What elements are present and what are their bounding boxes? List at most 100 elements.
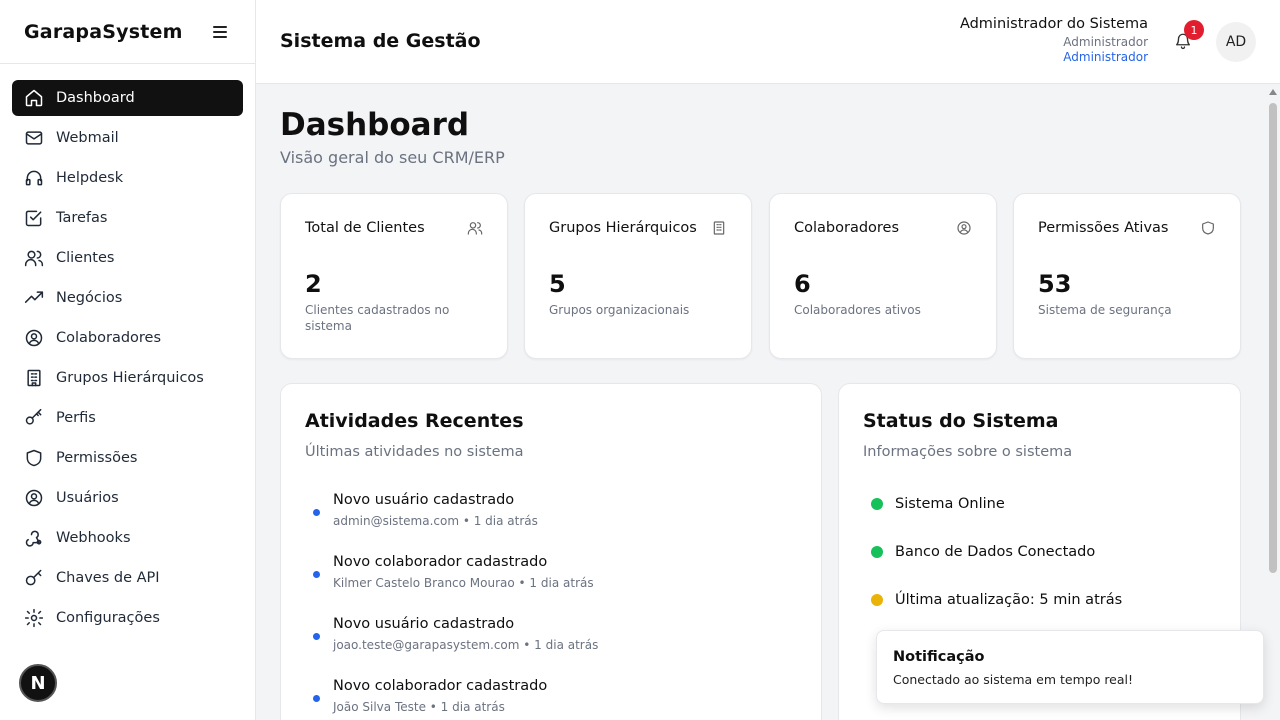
status-item: Banco de Dados Conectado (871, 542, 1095, 562)
activity-title: Novo colaborador cadastrado (333, 554, 548, 570)
sidebar-item-usuarios[interactable]: Usuários (12, 480, 243, 516)
sidebar-item-label: Usuários (56, 490, 119, 506)
sidebar-item-label: Configurações (56, 610, 160, 626)
sidebar-item-dashboard[interactable]: Dashboard (12, 80, 243, 116)
sidebar-item-label: Tarefas (56, 210, 108, 226)
stat-card-grupos: Grupos Hierárquicos 5 Grupos organizacio… (524, 193, 752, 359)
mail-icon (24, 128, 44, 148)
dev-tools-badge[interactable]: N (19, 664, 57, 702)
sidebar-item-webmail[interactable]: Webmail (12, 120, 243, 156)
status-text: Última atualização: 5 min atrás (895, 592, 1123, 608)
sidebar-item-label: Chaves de API (56, 570, 160, 586)
sidebar-item-colaboradores[interactable]: Colaboradores (12, 320, 243, 356)
key-icon (24, 408, 44, 428)
sidebar-item-label: Clientes (56, 250, 115, 266)
stat-card-permissoes: Permissões Ativas 53 Sistema de seguranç… (1013, 193, 1241, 359)
stat-value: 2 (305, 270, 322, 298)
notification-badge: 1 (1184, 20, 1204, 40)
scroll-up-icon[interactable] (1269, 89, 1277, 95)
status-indicator (871, 594, 883, 606)
activity-meta: admin@sistema.com • 1 dia atrás (333, 514, 538, 528)
panel-subtitle: Informações sobre o sistema (863, 444, 1073, 460)
activity-meta: João Silva Teste • 1 dia atrás (333, 700, 505, 714)
sidebar-item-label: Colaboradores (56, 330, 162, 346)
stat-card-clientes: Total de Clientes 2 Clientes cadastrados… (280, 193, 508, 359)
sidebar-item-perfis[interactable]: Perfis (12, 400, 243, 436)
gear-icon (24, 608, 44, 628)
shield-icon (1200, 220, 1216, 236)
sidebar-item-grupos[interactable]: Grupos Hierárquicos (12, 360, 243, 396)
stat-description: Grupos organizacionais (549, 303, 690, 317)
sidebar-item-label: Webhooks (56, 530, 131, 546)
stat-card-colaboradores: Colaboradores 6 Colaboradores ativos (769, 193, 997, 359)
sidebar-item-label: Webmail (56, 130, 119, 146)
stat-description: Sistema de segurança (1038, 303, 1172, 317)
page-title: Dashboard (280, 107, 470, 143)
activity-dot (313, 509, 320, 516)
users-icon (24, 248, 44, 268)
activity-dot (313, 571, 320, 578)
sidebar-item-clientes[interactable]: Clientes (12, 240, 243, 276)
menu-toggle-icon[interactable] (213, 25, 227, 38)
building-icon (24, 368, 44, 388)
sidebar-item-label: Grupos Hierárquicos (56, 370, 204, 386)
user-circle-icon (956, 220, 972, 236)
users-icon (467, 220, 483, 236)
main-scrollbar[interactable] (1266, 85, 1280, 720)
recent-activities-panel: Atividades Recentes Últimas atividades n… (280, 383, 822, 720)
toast-title: Notificação (893, 649, 985, 665)
shield-icon (24, 448, 44, 468)
sidebar-item-configuracoes[interactable]: Configurações (12, 600, 243, 636)
avatar[interactable]: AD (1216, 22, 1256, 62)
status-text: Sistema Online (895, 496, 1005, 512)
key-icon (24, 568, 44, 588)
webhook-icon (24, 528, 44, 548)
stat-value: 53 (1038, 270, 1072, 298)
sidebar-item-tarefas[interactable]: Tarefas (12, 200, 243, 236)
checkbox-icon (24, 208, 44, 228)
sidebar-item-webhooks[interactable]: Webhooks (12, 520, 243, 556)
sidebar-item-negocios[interactable]: Negócios (12, 280, 243, 316)
page-subtitle: Visão geral do seu CRM/ERP (280, 148, 505, 167)
sidebar-item-helpdesk[interactable]: Helpdesk (12, 160, 243, 196)
sidebar-item-chaves-api[interactable]: Chaves de API (12, 560, 243, 596)
sidebar-nav: Dashboard Webmail Helpdesk Tarefas Clien… (0, 64, 255, 636)
scroll-thumb[interactable] (1269, 103, 1277, 573)
stat-label: Permissões Ativas (1038, 220, 1169, 236)
headphones-icon (24, 168, 44, 188)
user-name: Administrador do Sistema (959, 16, 1148, 32)
sidebar-item-label: Dashboard (56, 90, 135, 106)
user-info: Administrador do Sistema Administrador A… (960, 16, 1148, 64)
building-icon (711, 220, 727, 236)
status-item: Sistema Online (871, 494, 1005, 514)
activity-dot (313, 633, 320, 640)
user-circle-icon (24, 488, 44, 508)
activity-meta: joao.teste@garapasystem.com • 1 dia atrá… (333, 638, 599, 652)
status-indicator (871, 546, 883, 558)
sidebar-item-label: Helpdesk (56, 170, 124, 186)
activity-title: Novo usuário cadastrado (333, 616, 515, 632)
brand-bar: GarapaSystem (0, 0, 255, 64)
sidebar-item-label: Permissões (56, 450, 138, 466)
activity-title: Novo usuário cadastrado (333, 492, 515, 508)
status-text: Banco de Dados Conectado (895, 544, 1096, 560)
panel-title: Atividades Recentes (305, 410, 524, 432)
user-role: Administrador (1063, 35, 1148, 49)
toast-body: Conectado ao sistema em tempo real! (893, 672, 1134, 687)
trending-up-icon (24, 288, 44, 308)
activity-meta: Kilmer Castelo Branco Mourao • 1 dia atr… (333, 576, 594, 590)
sidebar-item-permissoes[interactable]: Permissões (12, 440, 243, 476)
stat-value: 5 (549, 270, 566, 298)
top-header: Sistema de Gestão Administrador do Siste… (256, 0, 1280, 84)
status-indicator (871, 498, 883, 510)
stat-label: Total de Clientes (305, 220, 425, 236)
stat-description: Colaboradores ativos (794, 303, 921, 317)
stat-description: Clientes cadastrados no sistema (305, 303, 450, 333)
sidebar-item-label: Perfis (56, 410, 96, 426)
notification-toast[interactable]: Notificação Conectado ao sistema em temp… (876, 630, 1264, 704)
main-content: Dashboard Visão geral do seu CRM/ERP Tot… (256, 85, 1266, 720)
activity-title: Novo colaborador cadastrado (333, 678, 548, 694)
user-role-link[interactable]: Administrador (960, 50, 1148, 64)
home-icon (24, 88, 44, 108)
activity-dot (313, 695, 320, 702)
